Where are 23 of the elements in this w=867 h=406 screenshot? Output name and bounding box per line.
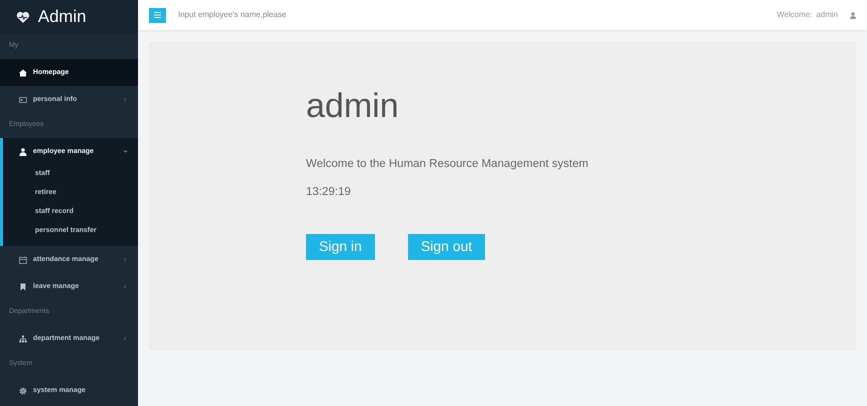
- search-field[interactable]: Input employee's name,please: [178, 9, 378, 21]
- chevron-left-icon: [123, 284, 128, 289]
- clock-time: 13:29:19: [306, 185, 352, 200]
- chevron-left-icon: [123, 336, 128, 341]
- id-card-icon: [19, 96, 27, 104]
- panel-title: admin: [306, 89, 400, 123]
- chevron-left-icon: [123, 257, 128, 262]
- menu-button[interactable]: [149, 8, 166, 22]
- chevron-down-icon: [123, 149, 128, 154]
- chevron-left-icon: [123, 97, 128, 102]
- hierarchy-icon: [19, 334, 27, 342]
- brand-title: Admin: [38, 6, 86, 28]
- welcome-label: Welcome:: [776, 9, 812, 21]
- home-icon: [19, 68, 27, 76]
- gear-icon: [19, 386, 27, 394]
- user-name: admin: [816, 9, 838, 21]
- person-icon: [19, 148, 27, 156]
- user-icon: [850, 12, 856, 18]
- bookmark-icon: [19, 282, 27, 290]
- calendar-icon: [19, 256, 27, 264]
- welcome-message: Welcome to the Human Resource Management system: [306, 157, 590, 172]
- menu-icon: [154, 12, 161, 18]
- heart-icon: [16, 10, 30, 24]
